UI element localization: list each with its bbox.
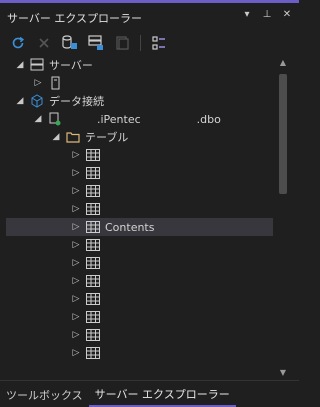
tree-node-table[interactable]: ▷ (6, 200, 273, 218)
tree-node-data-connections[interactable]: ◢ データ接続 (6, 92, 273, 110)
azure-icon (116, 36, 129, 50)
table-icon (86, 166, 100, 180)
expanded-arrow-icon[interactable]: ◢ (50, 128, 62, 146)
collapsed-arrow-icon[interactable]: ▷ (70, 146, 82, 164)
collapsed-arrow-icon[interactable]: ▷ (70, 308, 82, 326)
refresh-icon (12, 36, 25, 49)
tree-node-tables[interactable]: ◢ テーブル (6, 128, 273, 146)
tree-label-connection-suffix: .dbo (196, 112, 221, 126)
toolbar (0, 30, 299, 56)
tree-node-table[interactable]: ▷ (6, 236, 273, 254)
expanded-arrow-icon[interactable]: ◢ (14, 92, 26, 110)
server-icon (30, 58, 44, 72)
connect-database-button[interactable] (60, 33, 80, 53)
collapsed-arrow-icon[interactable]: ▷ (70, 326, 82, 344)
title-buttons: ▾ ⊥ ✕ (241, 9, 293, 23)
table-icon (86, 220, 100, 234)
table-icon (86, 202, 100, 216)
collapsed-arrow-icon[interactable]: ▷ (70, 182, 82, 200)
toolbar-separator (140, 35, 141, 51)
tree-node-table[interactable]: ▷ (6, 290, 273, 308)
stop-icon (39, 38, 49, 48)
table-icon (86, 184, 100, 198)
table-icon (86, 328, 100, 342)
stop-button[interactable] (34, 33, 54, 53)
tree-node-connection[interactable]: ◢ .iPentec .dbo (6, 110, 273, 128)
tree-node-server-machine[interactable]: ▷ (6, 74, 273, 92)
scrollbar-thumb[interactable] (279, 74, 287, 194)
pin-icon[interactable]: ⊥ (261, 9, 273, 23)
collapsed-arrow-icon[interactable]: ▷ (70, 236, 82, 254)
close-icon[interactable]: ✕ (281, 9, 293, 23)
window-title: サーバー エクスプローラー (7, 12, 143, 25)
tree-node-table[interactable]: ▷ (6, 146, 273, 164)
collapsed-arrow-icon[interactable]: ▷ (70, 200, 82, 218)
table-icon (86, 346, 100, 360)
table-icon (86, 292, 100, 306)
collapsed-arrow-icon[interactable]: ▷ (70, 290, 82, 308)
tree-node-table[interactable]: ▷ (6, 344, 273, 362)
collapsed-arrow-icon[interactable]: ▷ (70, 164, 82, 182)
collapsed-arrow-icon[interactable]: ▷ (70, 344, 82, 362)
tree-node-table[interactable]: ▷ (6, 326, 273, 344)
data-connections-icon (30, 94, 44, 108)
properties-button[interactable] (149, 33, 169, 53)
tree-node-table[interactable]: ▷ (6, 308, 273, 326)
collapsed-arrow-icon[interactable]: ▷ (70, 272, 82, 290)
table-icon (86, 310, 100, 324)
tree-label-connection: .iPentec (97, 112, 141, 126)
tree-node-servers[interactable]: ◢ サーバー (6, 56, 273, 74)
tab-toolbox[interactable]: ツールボックス (0, 383, 89, 407)
tool-window-tabs: ツールボックス サーバー エクスプローラー (0, 380, 299, 407)
expanded-arrow-icon[interactable]: ◢ (14, 56, 26, 74)
tab-server-explorer[interactable]: サーバー エクスプローラー (88, 383, 236, 407)
database-connection-icon (48, 112, 62, 126)
table-icon (86, 148, 100, 162)
tree-label-tables: テーブル (85, 131, 129, 144)
tree-node-table[interactable]: ▷ (6, 182, 273, 200)
tree-node-table[interactable]: ▷ (6, 164, 273, 182)
tree-node-table[interactable]: ▷ (6, 272, 273, 290)
title-bar: サーバー エクスプローラー ▾ ⊥ ✕ (0, 0, 299, 30)
tree-label-table-contents: Contents (105, 220, 155, 234)
scroll-up-icon[interactable]: ▲ (276, 56, 290, 70)
tree-label-data-connections: データ接続 (49, 95, 104, 108)
table-icon (86, 238, 100, 252)
table-icon (86, 256, 100, 270)
scroll-down-icon[interactable]: ▼ (276, 366, 290, 380)
azure-button[interactable] (112, 33, 132, 53)
table-icon (86, 274, 100, 288)
connect-database-icon (62, 35, 77, 49)
collapsed-arrow-icon[interactable]: ▷ (70, 218, 82, 236)
vertical-scrollbar[interactable]: ▲ ▼ (276, 56, 290, 380)
refresh-button[interactable] (8, 33, 28, 53)
collapsed-arrow-icon[interactable]: ▷ (70, 254, 82, 272)
connect-server-button[interactable] (86, 33, 106, 53)
tree-label-servers: サーバー (49, 59, 93, 72)
tree-node-table-contents[interactable]: ▷ Contents (6, 218, 273, 236)
connect-server-icon (88, 35, 103, 50)
server-explorer-tree: ◢ サーバー ▷ ◢ データ接続 ◢ .iPentec .dbo ◢ テーブル (6, 56, 273, 366)
expanded-arrow-icon[interactable]: ◢ (32, 110, 44, 128)
collapsed-arrow-icon[interactable]: ▷ (32, 74, 44, 92)
folder-icon (66, 130, 80, 144)
computer-icon (48, 76, 62, 90)
tree-node-table[interactable]: ▷ (6, 254, 273, 272)
properties-icon (152, 36, 165, 50)
dropdown-icon[interactable]: ▾ (241, 9, 253, 23)
